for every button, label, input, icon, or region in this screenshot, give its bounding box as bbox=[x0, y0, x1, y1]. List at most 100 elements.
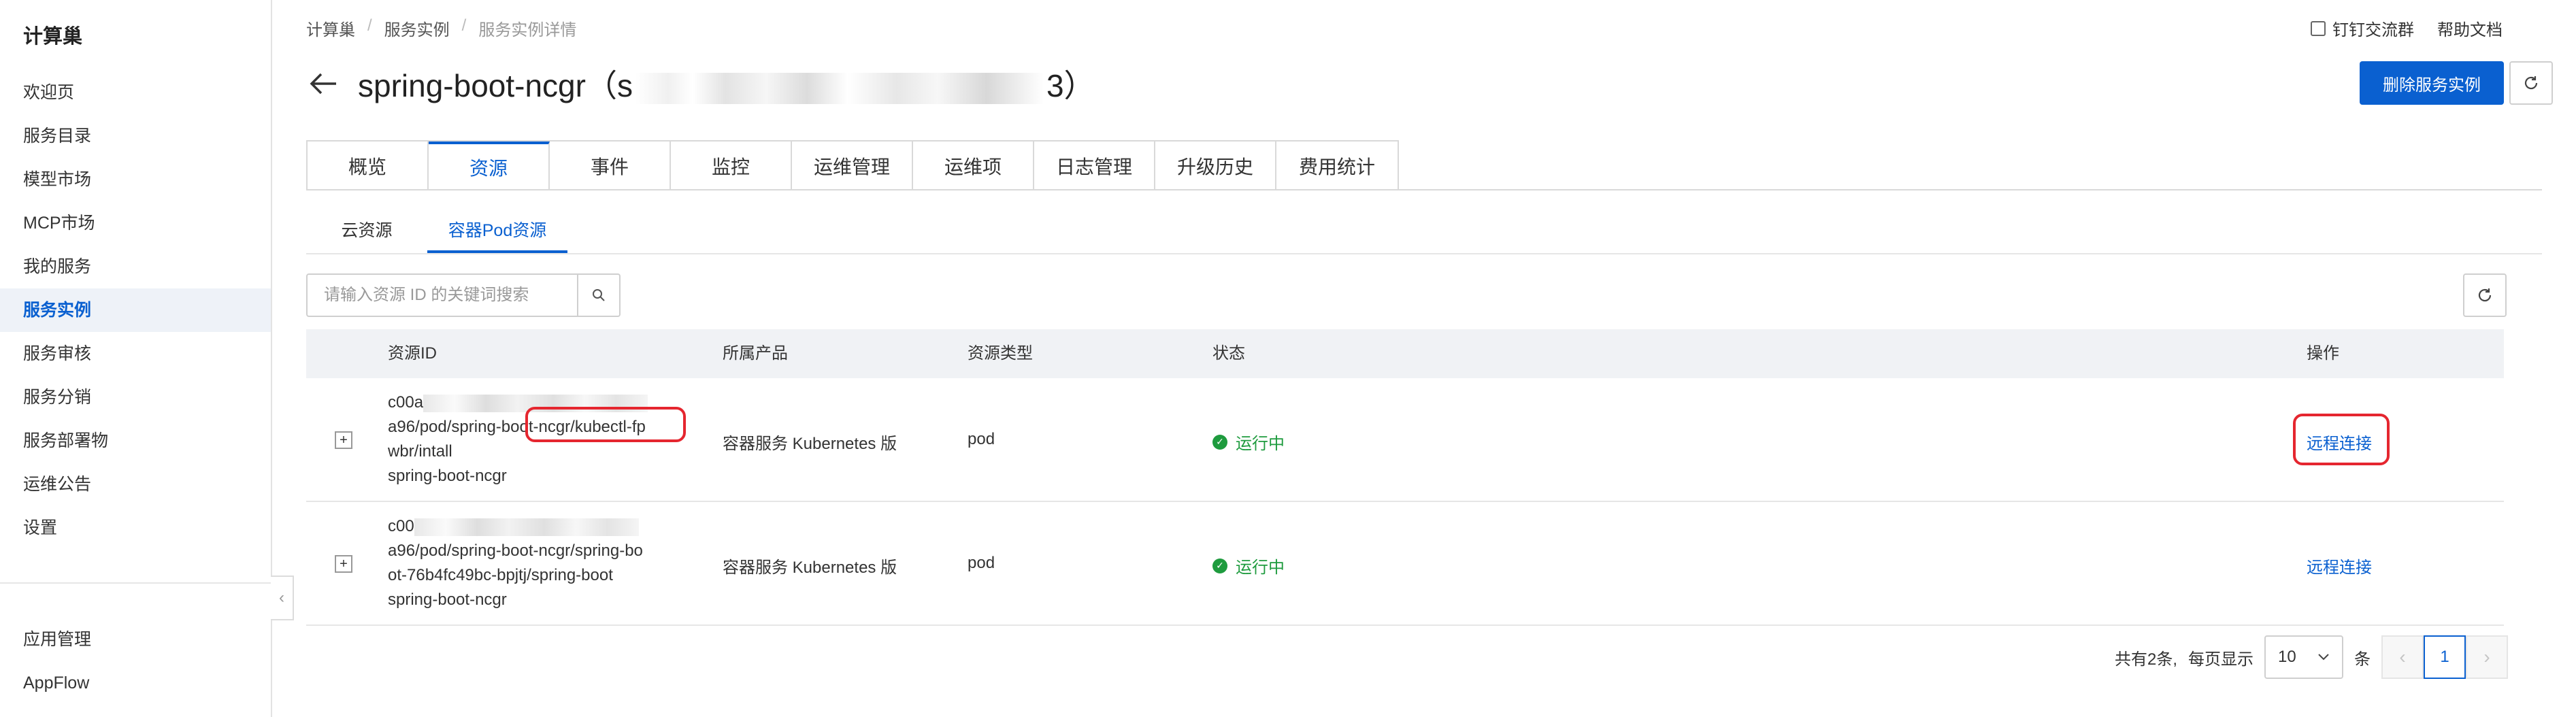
refresh-table-button[interactable] bbox=[2463, 273, 2507, 317]
table-header: 资源ID 所属产品 资源类型 状态 操作 bbox=[306, 329, 2504, 378]
tab-ops-management[interactable]: 运维管理 bbox=[792, 141, 913, 190]
column-header-resource-id: 资源ID bbox=[388, 344, 437, 363]
redacted-instance-id bbox=[635, 72, 1044, 104]
dingtalk-group-link[interactable]: 钉钉交流群 bbox=[2311, 16, 2414, 40]
sidebar-item-appflow[interactable]: AppFlow bbox=[0, 661, 271, 705]
breadcrumb-link-service-instances[interactable]: 服务实例 bbox=[384, 16, 450, 40]
sidebar-item-service-review[interactable]: 服务审核 bbox=[0, 332, 271, 376]
sidebar-nav: 欢迎页 服务目录 模型市场 MCP市场 我的服务 服务实例 服务审核 服务分销 … bbox=[0, 71, 271, 550]
dingtalk-icon bbox=[2311, 20, 2326, 36]
resource-search bbox=[306, 273, 621, 317]
resource-name: spring-boot-ncgr bbox=[388, 467, 507, 485]
sidebar: 计算巢 欢迎页 服务目录 模型市场 MCP市场 我的服务 服务实例 服务审核 服… bbox=[0, 0, 294, 717]
tab-events[interactable]: 事件 bbox=[550, 141, 671, 190]
highlight-box-remote-connect bbox=[2293, 414, 2390, 465]
product-cell: 容器服务 Kubernetes 版 bbox=[723, 558, 897, 577]
resource-type-cell: pod bbox=[968, 430, 995, 448]
sidebar-item-service-instances[interactable]: 服务实例 bbox=[0, 288, 271, 332]
status-cell: ✓ 运行中 bbox=[1212, 554, 1285, 578]
breadcrumb-separator: / bbox=[367, 16, 372, 35]
sidebar-collapse-button[interactable]: ‹ bbox=[271, 576, 294, 620]
chevron-left-icon: ‹ bbox=[2399, 646, 2406, 667]
page-title-prefix: spring-boot-ncgr（s bbox=[358, 68, 633, 103]
breadcrumb: 计算巢 / 服务实例 / 服务实例详情 bbox=[306, 16, 576, 40]
page-title-suffix: 3） bbox=[1046, 68, 1095, 103]
refresh-page-button[interactable] bbox=[2509, 61, 2553, 105]
sidebar-bottom-nav: 应用管理 AppFlow bbox=[0, 618, 271, 705]
refresh-icon bbox=[2478, 288, 2492, 302]
sidebar-item-app-management[interactable]: 应用管理 bbox=[0, 618, 271, 661]
breadcrumb-separator: / bbox=[461, 16, 467, 35]
pagination-unit: 条 bbox=[2354, 650, 2371, 669]
top-links: 钉钉交流群 帮助文档 bbox=[2311, 16, 2503, 40]
expand-row-button[interactable]: + bbox=[335, 555, 352, 573]
check-circle-icon: ✓ bbox=[1212, 558, 1227, 573]
sidebar-item-ops-announcements[interactable]: 运维公告 bbox=[0, 463, 271, 506]
sidebar-item-settings[interactable]: 设置 bbox=[0, 506, 271, 550]
search-button[interactable] bbox=[578, 273, 621, 317]
title-row: spring-boot-ncgr（s 3） bbox=[306, 61, 1095, 106]
page-size-value: 10 bbox=[2278, 648, 2296, 666]
column-header-status: 状态 bbox=[1212, 344, 1245, 363]
breadcrumb-link-compute-nest[interactable]: 计算巢 bbox=[306, 16, 355, 40]
tab-cost-statistics[interactable]: 费用统计 bbox=[1276, 141, 1398, 190]
back-arrow-icon[interactable] bbox=[306, 67, 340, 101]
sidebar-item-service-catalog[interactable]: 服务目录 bbox=[0, 114, 271, 158]
sidebar-item-my-services[interactable]: 我的服务 bbox=[0, 245, 271, 288]
delete-instance-button[interactable]: 删除服务实例 bbox=[2360, 61, 2504, 105]
subtab-pod-resources[interactable]: 容器Pod资源 bbox=[427, 208, 567, 253]
tab-resources[interactable]: 资源 bbox=[429, 141, 550, 190]
resource-id-line: ot-76b4fc49bc-bpjtj/spring-boot bbox=[388, 566, 613, 584]
tab-ops-items[interactable]: 运维项 bbox=[913, 141, 1034, 190]
expand-row-button[interactable]: + bbox=[335, 431, 352, 449]
status-label: 运行中 bbox=[1236, 435, 1285, 453]
resource-id-line: a96/pod/spring-boot-ncgr/spring-bo bbox=[388, 541, 643, 560]
sidebar-divider bbox=[0, 582, 271, 584]
breadcrumb-current: 服务实例详情 bbox=[478, 21, 577, 39]
resource-id-line: c00 bbox=[388, 517, 414, 535]
help-docs-link[interactable]: 帮助文档 bbox=[2437, 16, 2503, 40]
resource-id-cell: c00 a96/pod/spring-boot-ncgr/spring-bo o… bbox=[388, 514, 680, 612]
resource-table: 资源ID 所属产品 资源类型 状态 操作 + c00a a96/pod/spri… bbox=[306, 329, 2504, 626]
table-row: + c00 a96/pod/spring-boot-ncgr/spring-bo… bbox=[306, 502, 2504, 626]
tab-monitoring[interactable]: 监控 bbox=[671, 141, 792, 190]
pagination-per-page-label: 每页显示 bbox=[2188, 650, 2253, 669]
dingtalk-group-label: 钉钉交流群 bbox=[2332, 21, 2414, 39]
tabs-divider bbox=[306, 189, 2542, 190]
resource-subtabs: 云资源 容器Pod资源 bbox=[306, 208, 567, 253]
search-icon bbox=[593, 289, 605, 301]
next-page-button[interactable]: › bbox=[2466, 635, 2508, 679]
main-tabs: 概览 资源 事件 监控 运维管理 运维项 日志管理 升级历史 费用统计 bbox=[306, 140, 1399, 190]
chevron-down-icon bbox=[2318, 654, 2329, 661]
column-header-product: 所属产品 bbox=[723, 344, 788, 363]
chevron-left-icon: ‹ bbox=[279, 588, 284, 607]
page-size-select[interactable]: 10 bbox=[2264, 635, 2343, 679]
sidebar-item-welcome[interactable]: 欢迎页 bbox=[0, 71, 271, 114]
tab-upgrade-history[interactable]: 升级历史 bbox=[1155, 141, 1276, 190]
page-number-current[interactable]: 1 bbox=[2424, 635, 2466, 679]
resource-id-line: wbr/intall bbox=[388, 442, 452, 461]
sidebar-item-mcp-market[interactable]: MCP市场 bbox=[0, 201, 271, 245]
remote-connect-link[interactable]: 远程连接 bbox=[2307, 554, 2372, 578]
tab-overview[interactable]: 概览 bbox=[308, 141, 429, 190]
page-buttons: ‹ 1 › bbox=[2381, 635, 2508, 679]
resource-search-input[interactable] bbox=[306, 273, 578, 317]
subtabs-divider bbox=[306, 253, 2542, 254]
product-cell: 容器服务 Kubernetes 版 bbox=[723, 435, 897, 453]
tab-log-management[interactable]: 日志管理 bbox=[1034, 141, 1155, 190]
prev-page-button[interactable]: ‹ bbox=[2381, 635, 2424, 679]
page-title: spring-boot-ncgr（s 3） bbox=[358, 61, 1095, 106]
sidebar-item-service-distribution[interactable]: 服务分销 bbox=[0, 376, 271, 419]
sidebar-item-model-market[interactable]: 模型市场 bbox=[0, 158, 271, 201]
subtab-cloud-resources[interactable]: 云资源 bbox=[306, 208, 427, 253]
resource-type-cell: pod bbox=[968, 554, 995, 572]
refresh-icon bbox=[2524, 76, 2538, 90]
redacted-resource-id bbox=[414, 518, 639, 536]
column-header-resource-type: 资源类型 bbox=[968, 344, 1033, 363]
resource-name: spring-boot-ncgr bbox=[388, 590, 507, 609]
sidebar-item-deployment-artifacts[interactable]: 服务部署物 bbox=[0, 419, 271, 463]
highlight-box-kubectl bbox=[525, 407, 686, 442]
check-circle-icon: ✓ bbox=[1212, 434, 1227, 450]
main-content: 计算巢 / 服务实例 / 服务实例详情 钉钉交流群 帮助文档 spring-bo… bbox=[272, 0, 2576, 717]
column-header-action: 操作 bbox=[2307, 344, 2339, 363]
